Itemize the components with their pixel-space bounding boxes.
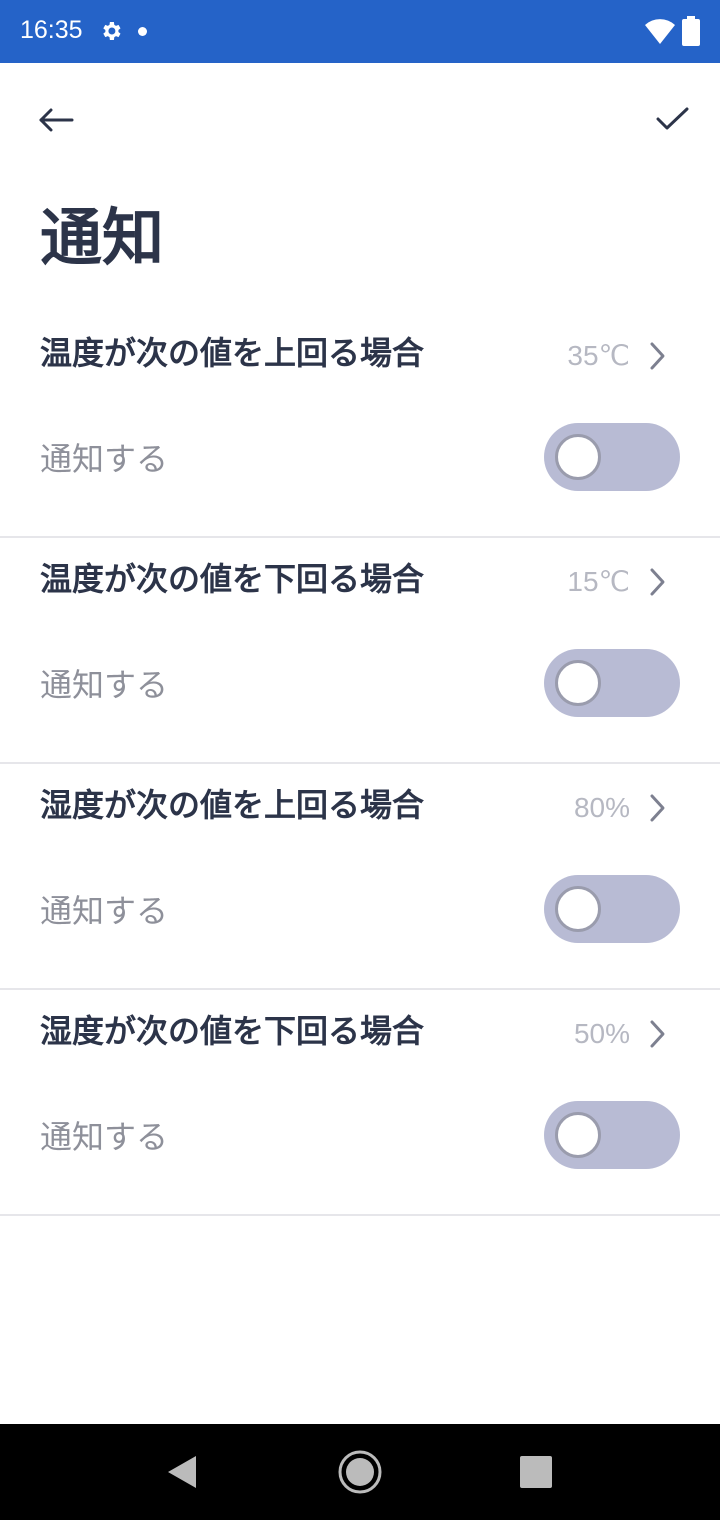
nav-back-icon[interactable] (164, 1452, 200, 1492)
threshold-value: 50% (573, 1018, 630, 1049)
notification-section-humidity-below: 湿度が次の値を下回る場合 50% 通知する (0, 990, 720, 1216)
threshold-title: 湿度が次の値を下回る場合 (40, 1012, 425, 1050)
page-title: 通知 (40, 201, 165, 274)
chevron-right-icon (650, 1020, 665, 1048)
chevron-right-icon (650, 794, 665, 822)
back-button[interactable] (30, 95, 82, 147)
confirm-button[interactable] (646, 95, 698, 147)
notification-section-temp-above: 温度が次の値を上回る場合 35℃ 通知する (0, 312, 720, 538)
arrow-left-icon (39, 108, 74, 132)
notify-label: 通知する (40, 440, 169, 478)
battery-icon (682, 16, 700, 46)
threshold-title: 湿度が次の値を上回る場合 (40, 786, 425, 824)
notification-section-temp-below: 温度が次の値を下回る場合 15℃ 通知する (0, 538, 720, 764)
toggle-knob (555, 1112, 601, 1158)
notify-toggle[interactable] (544, 423, 680, 491)
threshold-title: 温度が次の値を下回る場合 (40, 560, 425, 598)
threshold-value: 35℃ (567, 340, 630, 371)
status-bar: 16:35 (0, 0, 720, 63)
status-time: 16:35 (20, 16, 83, 44)
notify-toggle[interactable] (544, 875, 680, 943)
system-nav-bar (0, 1424, 720, 1520)
threshold-value: 15℃ (567, 566, 630, 597)
toggle-knob (555, 660, 601, 706)
threshold-value: 80% (573, 792, 630, 823)
chevron-right-icon (650, 568, 665, 596)
wifi-icon (645, 19, 675, 44)
nav-home-icon[interactable] (336, 1448, 384, 1496)
notification-dot-icon (138, 27, 147, 36)
notify-toggle[interactable] (544, 649, 680, 717)
notify-label: 通知する (40, 1118, 169, 1156)
settings-icon (103, 22, 121, 40)
notify-label: 通知する (40, 892, 169, 930)
notification-section-humidity-above: 湿度が次の値を上回る場合 80% 通知する (0, 764, 720, 990)
threshold-title: 温度が次の値を上回る場合 (40, 334, 425, 372)
notify-toggle[interactable] (544, 1101, 680, 1169)
nav-recents-icon[interactable] (520, 1456, 552, 1488)
toggle-knob (555, 886, 601, 932)
notify-label: 通知する (40, 666, 169, 704)
chevron-right-icon (650, 342, 665, 370)
toggle-knob (555, 434, 601, 480)
check-icon (656, 107, 689, 130)
